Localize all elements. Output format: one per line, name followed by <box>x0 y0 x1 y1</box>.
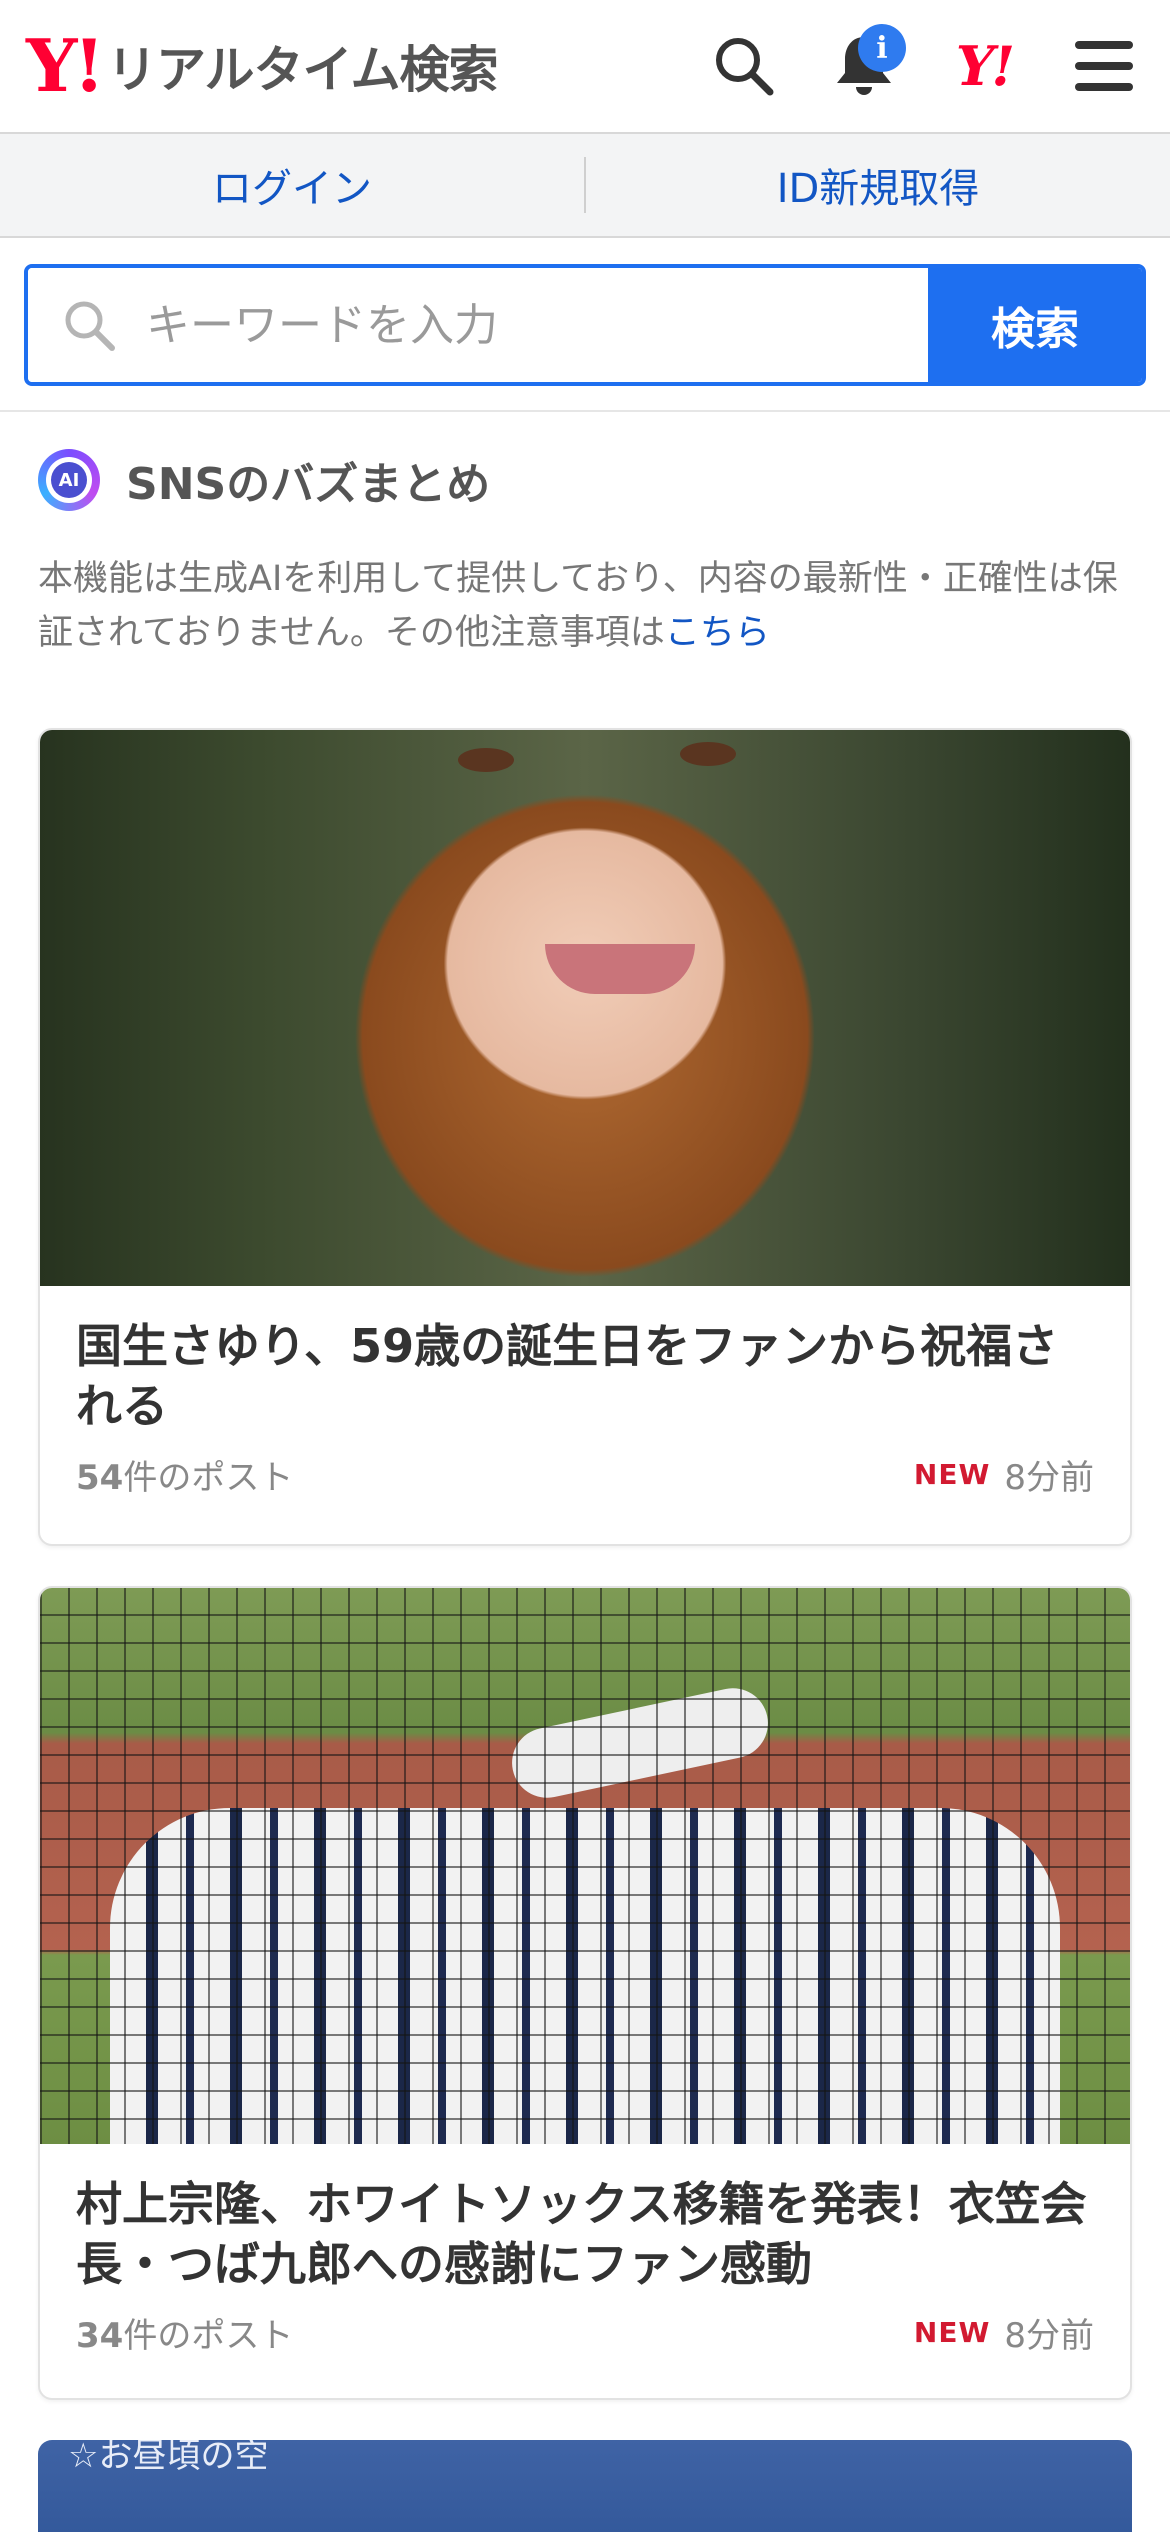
auth-bar: ログイン ID新規取得 <box>0 132 1170 238</box>
logo-text: リアルタイム検索 <box>107 41 498 99</box>
ai-icon-label: AI <box>51 462 87 498</box>
menu-icon[interactable] <box>1064 26 1144 106</box>
card-time: 8分前 <box>1004 1458 1094 1498</box>
card-meta-right: NEW 8分前 <box>914 1450 1094 1499</box>
yahoo-icon-text: Y! <box>955 34 1015 98</box>
post-count-number: 34 <box>76 2316 124 2356</box>
lips <box>545 944 695 994</box>
eye-left <box>458 748 514 772</box>
post-count: 34件のポスト <box>76 2308 293 2357</box>
ai-disclaimer: 本機能は生成AIを利用して提供しており、内容の最新性・正確性は保証されておりませ… <box>38 552 1138 660</box>
post-count-number: 54 <box>76 1458 124 1498</box>
search-icon[interactable] <box>704 26 784 106</box>
yahoo-icon[interactable]: Y! <box>944 26 1024 106</box>
app-header: Y! リアルタイム検索 i Y! <box>0 0 1170 132</box>
post-count-suffix: 件のポスト <box>123 1458 294 1498</box>
page: Y! リアルタイム検索 i Y! ログイン ID新規取得 キーワードを入力 検索… <box>0 0 1170 2532</box>
search-field <box>28 268 928 382</box>
buzz-card[interactable]: 国生さゆり、59歳の誕生日をファンから祝福される 54件のポスト NEW 8分前 <box>38 728 1132 1546</box>
card-title: 村上宗隆、ホワイトソックス移籍を発表！衣笠会長・つば九郎への感謝にファン感動 <box>76 2177 1087 2291</box>
card-title: 国生さゆり、59歳の誕生日をファンから祝福される <box>76 1319 1059 1433</box>
card-body: 国生さゆり、59歳の誕生日をファンから祝福される 54件のポスト NEW 8分前 <box>40 1286 1130 1499</box>
header-icons: i Y! <box>704 24 1144 106</box>
post-count: 54件のポスト <box>76 1450 293 1499</box>
buzz-card[interactable]: 村上宗隆、ホワイトソックス移籍を発表！衣笠会長・つば九郎への感謝にファン感動 3… <box>38 1586 1132 2400</box>
card-meta: 54件のポスト NEW 8分前 <box>76 1450 1094 1499</box>
eye-right <box>680 742 736 766</box>
sns-buzz-heading: AI SNSのバズまとめ <box>38 448 490 512</box>
card-body: 村上宗隆、ホワイトソックス移籍を発表！衣笠会長・つば九郎への感謝にファン感動 3… <box>40 2144 1130 2357</box>
register-link[interactable]: ID新規取得 <box>586 156 1170 214</box>
notification-badge: i <box>858 24 906 72</box>
disclaimer-text: 本機能は生成AIを利用して提供しており、内容の最新性・正確性は保証されておりませ… <box>38 559 1118 653</box>
partial-card-text: ☆お昼頃の空 <box>68 2440 269 2476</box>
card-meta: 34件のポスト NEW 8分前 <box>76 2308 1094 2357</box>
disclaimer-link[interactable]: こちら <box>665 613 770 653</box>
card-meta-right: NEW 8分前 <box>914 2308 1094 2357</box>
card-time: 8分前 <box>1004 2316 1094 2356</box>
yahoo-logo-mark: Y! <box>26 23 105 108</box>
yahoo-realtime-logo[interactable]: Y! リアルタイム検索 <box>26 16 499 116</box>
ai-icon: AI <box>38 449 100 511</box>
notification-bell-button[interactable]: i <box>824 24 906 106</box>
search-field-icon <box>65 301 115 351</box>
search-button[interactable]: 検索 <box>928 268 1142 382</box>
section-divider <box>0 410 1170 412</box>
backstop-netting <box>40 1588 1130 2144</box>
login-link[interactable]: ログイン <box>0 156 584 214</box>
card-image-baseball <box>40 1588 1130 2144</box>
search-bar: 検索 <box>24 264 1146 386</box>
new-badge: NEW <box>913 1458 991 1491</box>
sns-buzz-title: SNSのバズまとめ <box>126 459 491 510</box>
post-count-suffix: 件のポスト <box>123 2316 294 2356</box>
card-image-portrait <box>40 730 1130 1286</box>
buzz-card-partial[interactable]: ☆お昼頃の空 <box>38 2440 1132 2532</box>
new-badge: NEW <box>913 2316 991 2349</box>
search-input[interactable] <box>146 268 928 382</box>
